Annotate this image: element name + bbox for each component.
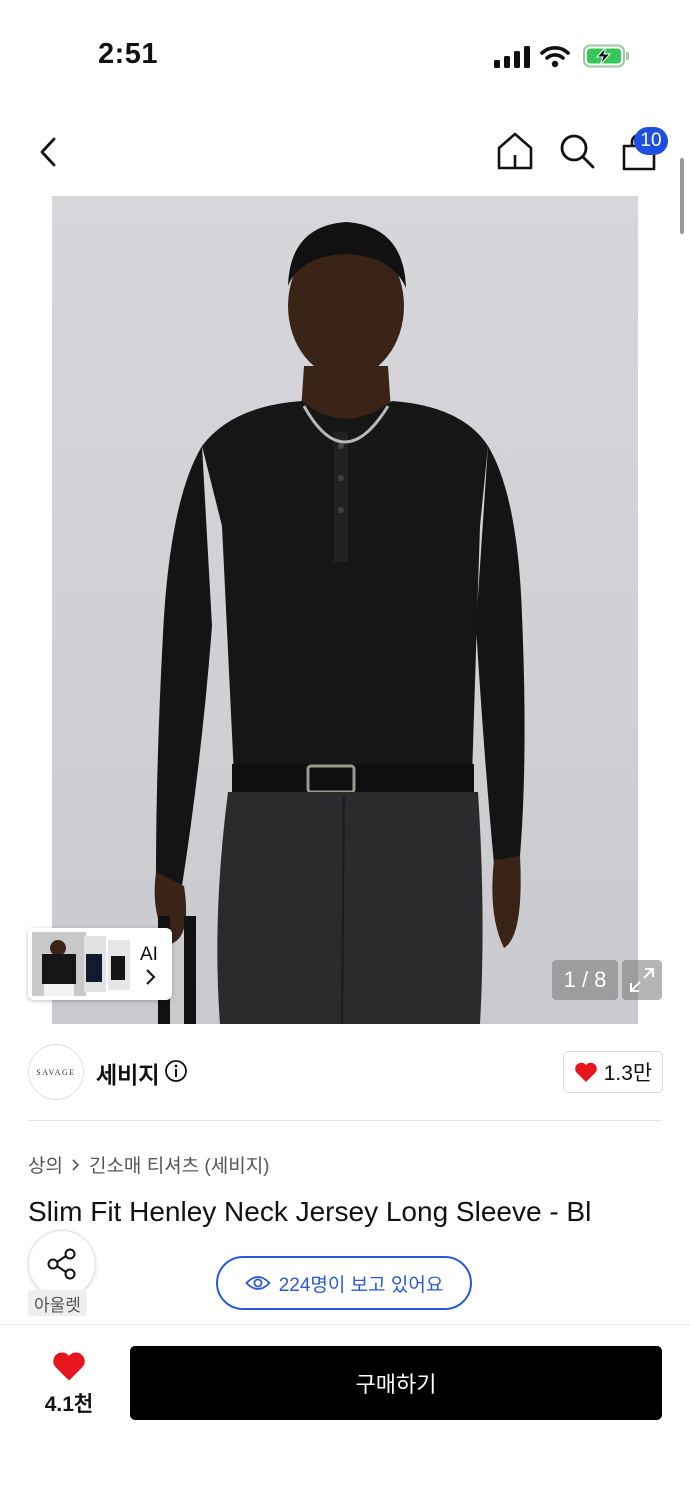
heart-icon (574, 1062, 597, 1082)
breadcrumb-subcategory[interactable]: 긴소매 티셔츠 (세비지) (89, 1151, 270, 1178)
divider (28, 1120, 662, 1121)
wishlist-count: 4.1천 (44, 1393, 94, 1416)
thumbnail-1[interactable] (32, 932, 86, 996)
home-button[interactable] (494, 130, 536, 172)
image-counter: 1 / 8 (552, 960, 618, 1000)
model-illustration (154, 222, 525, 1024)
breadcrumb: 상의 긴소매 티셔츠 (세비지) (28, 1151, 270, 1178)
viewers-badge: 224명이 보고 있어요 (216, 1256, 472, 1310)
brand-like-button[interactable]: 1.3만 (563, 1051, 663, 1093)
buy-button[interactable]: 구매하기 (130, 1346, 662, 1420)
outlet-label: 아울렛 (28, 1290, 87, 1316)
battery-charging-icon (583, 44, 631, 73)
product-image[interactable] (52, 196, 638, 1024)
brand-name[interactable]: 세비지 (96, 1056, 159, 1090)
bottom-bar-divider (0, 1324, 690, 1325)
heart-icon (53, 1352, 85, 1381)
chevron-right-icon (144, 968, 156, 991)
cart-count-badge: 10 (634, 127, 668, 155)
status-time: 2:51 (98, 38, 159, 70)
cellular-signal-icon (494, 46, 530, 68)
eye-icon (244, 1276, 271, 1290)
home-icon (497, 132, 533, 170)
expand-button[interactable] (622, 960, 662, 1000)
ai-similar-thumbnails[interactable]: AI (28, 928, 172, 1000)
search-button[interactable] (556, 130, 598, 172)
viewers-text: 224명이 보고 있어요 (278, 1274, 444, 1296)
scrollbar[interactable] (680, 158, 684, 234)
back-button[interactable] (28, 130, 68, 174)
brand-logo[interactable]: SAVAGE (28, 1044, 84, 1100)
expand-icon (630, 968, 654, 992)
share-icon (47, 1248, 76, 1280)
info-icon[interactable] (164, 1059, 188, 1088)
breadcrumb-category[interactable]: 상의 (28, 1151, 63, 1178)
chevron-left-icon (40, 137, 56, 167)
chevron-right-icon (72, 1158, 80, 1171)
thumbnail-2[interactable] (84, 936, 106, 992)
wifi-icon (540, 44, 570, 73)
share-button[interactable] (28, 1230, 96, 1298)
product-title: Slim Fit Henley Neck Jersey Long Sleeve … (28, 1196, 592, 1227)
brand-like-count: 1.3만 (603, 1062, 653, 1085)
ai-label: AI (140, 944, 158, 965)
search-icon (560, 134, 595, 169)
thumbnail-3[interactable] (108, 940, 130, 990)
